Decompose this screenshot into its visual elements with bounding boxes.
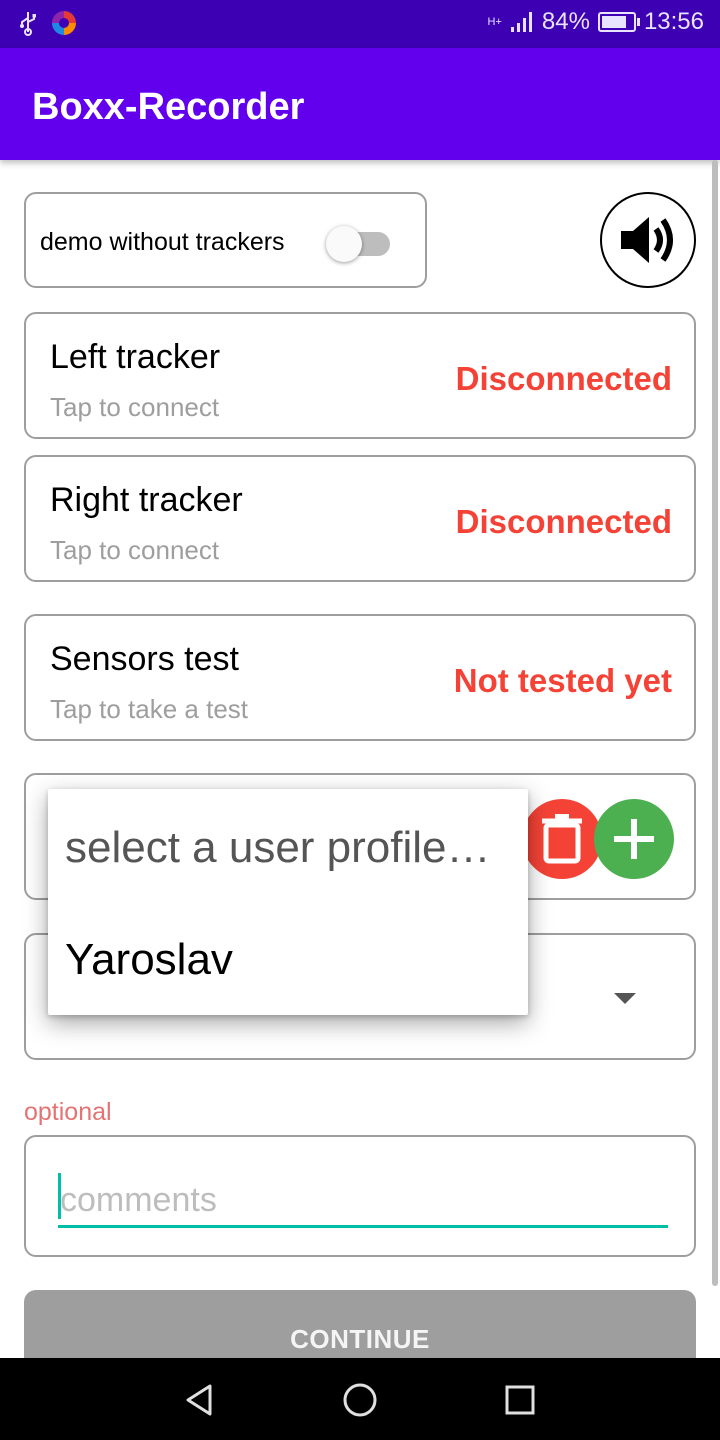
optional-label: optional [24,1098,112,1126]
sensors-test-card[interactable]: Sensors test Tap to take a test Not test… [24,614,696,741]
right-tracker-hint: Tap to connect [50,535,220,565]
sensors-test-status: Not tested yet [453,662,672,699]
sensors-test-name: Sensors test [50,640,239,678]
comments-card [24,1135,696,1257]
network-type-icon: H+ [487,15,502,28]
clock: 13:56 [643,8,704,35]
comments-input[interactable] [58,1175,668,1228]
trash-icon [542,814,582,864]
home-icon[interactable] [340,1380,380,1420]
user-profile-dropdown[interactable]: select a user profile… Yaroslav [48,789,528,1015]
demo-toggle-label: demo without trackers [40,228,285,256]
sensors-test-hint: Tap to take a test [50,694,249,724]
demo-toggle-switch[interactable] [326,224,390,262]
signal-icon [510,12,532,32]
back-icon[interactable] [180,1380,220,1420]
battery-percent: 84% [541,8,590,35]
status-bar-left [18,10,76,36]
right-tracker-status: Disconnected [455,503,672,540]
demo-toggle-card[interactable]: demo without trackers [24,192,427,288]
left-tracker-name: Left tracker [50,338,221,376]
text-cursor [58,1173,61,1219]
status-bar: H+ 84% 13:56 [0,0,720,48]
left-tracker-hint: Tap to connect [50,392,220,422]
recents-icon[interactable] [500,1380,540,1420]
plus-icon [614,819,654,859]
left-tracker-status: Disconnected [455,360,672,397]
battery-charging-icon [597,12,640,32]
usb-icon [20,12,36,36]
navigation-bar [0,1358,720,1440]
app-bar: Boxx-Recorder [0,48,720,160]
delete-profile-button[interactable] [522,799,602,879]
add-profile-button[interactable] [594,799,674,879]
sound-button[interactable] [600,192,696,288]
status-bar-right: H+ 84% 13:56 [488,8,704,36]
right-tracker-name: Right tracker [50,481,243,519]
chevron-down-icon[interactable] [614,993,636,1004]
left-tracker-card[interactable]: Left tracker Tap to connect Disconnected [24,312,696,439]
right-tracker-card[interactable]: Right tracker Tap to connect Disconnecte… [24,455,696,582]
app-notification-icon [52,11,76,35]
volume-icon [621,217,673,263]
app-title: Boxx-Recorder [32,86,305,128]
dropdown-option-placeholder[interactable]: select a user profile… [65,823,520,873]
dropdown-option-yaroslav[interactable]: Yaroslav [65,935,520,985]
scrollbar[interactable] [712,160,718,1286]
